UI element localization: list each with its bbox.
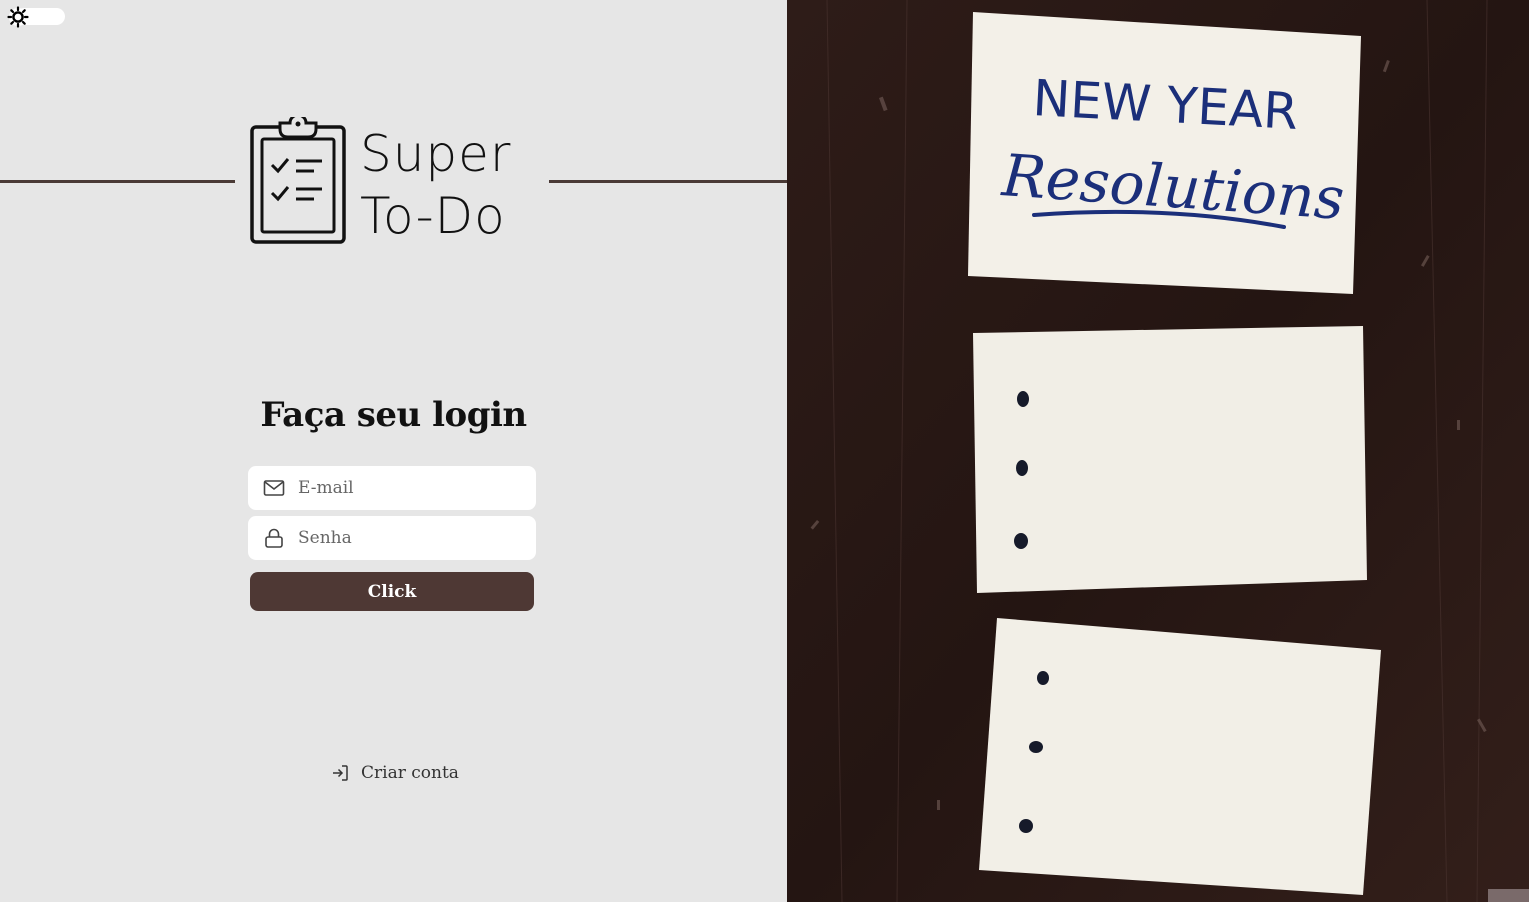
brand-line-1: Super bbox=[360, 125, 512, 183]
bullet bbox=[1017, 391, 1029, 407]
logo-divider-right bbox=[549, 180, 787, 183]
email-field[interactable] bbox=[248, 466, 536, 510]
bullet bbox=[1037, 671, 1049, 685]
login-panel: Super To-Do Faça seu login Click Criar c… bbox=[0, 0, 787, 902]
submit-button[interactable]: Click bbox=[250, 572, 534, 611]
login-title: Faça seu login bbox=[260, 395, 527, 435]
clipboard-icon bbox=[250, 117, 346, 244]
create-account-label: Criar conta bbox=[361, 763, 459, 783]
brand-line-2: To-Do bbox=[360, 187, 506, 245]
note-card-list-1 bbox=[973, 326, 1367, 593]
app-logo: Super To-Do bbox=[248, 117, 548, 247]
password-field[interactable] bbox=[248, 516, 536, 560]
resolutions-photo: NEW YEAR Resolutions bbox=[787, 0, 1529, 902]
logo-divider-left bbox=[0, 180, 235, 183]
bullet bbox=[1016, 460, 1028, 476]
bullet bbox=[1014, 533, 1028, 549]
note-card-list-2 bbox=[979, 618, 1381, 895]
password-input[interactable] bbox=[298, 516, 523, 560]
hero-image: NEW YEAR Resolutions bbox=[787, 0, 1529, 902]
brand-name: Super To-Do bbox=[360, 123, 511, 247]
corner-handle[interactable] bbox=[1488, 889, 1529, 902]
theme-toggle[interactable] bbox=[6, 6, 65, 28]
sun-icon[interactable] bbox=[6, 6, 31, 28]
mail-icon bbox=[263, 480, 285, 496]
bullet bbox=[1029, 741, 1043, 753]
create-account-link[interactable]: Criar conta bbox=[331, 760, 459, 786]
email-input[interactable] bbox=[298, 466, 523, 510]
bullet bbox=[1019, 819, 1033, 833]
login-arrow-icon bbox=[333, 765, 348, 781]
lock-icon bbox=[265, 528, 283, 548]
